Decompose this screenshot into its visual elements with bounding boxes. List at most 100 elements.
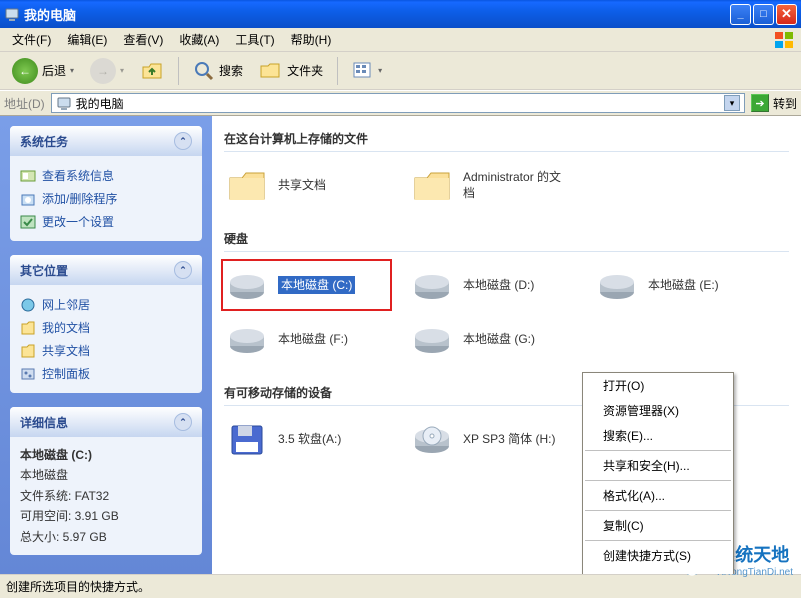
ctx-explorer[interactable]: 资源管理器(X)	[583, 398, 733, 423]
menu-tools[interactable]: 工具(T)	[227, 29, 282, 50]
item-disk-c[interactable]: 本地磁盘 (C:)	[224, 262, 389, 308]
item-admin-docs[interactable]: Administrator 的文档	[409, 162, 574, 208]
close-button[interactable]: ✕	[776, 4, 797, 25]
panel-header[interactable]: 其它位置 ⌃	[10, 255, 202, 285]
up-button[interactable]	[134, 57, 170, 85]
forward-icon: →	[90, 58, 116, 84]
folder-icon	[411, 164, 453, 206]
forward-button[interactable]: → ▾	[84, 56, 130, 86]
back-icon: ←	[12, 58, 38, 84]
item-label: 本地磁盘 (C:)	[278, 276, 355, 294]
panel-system-tasks: 系统任务 ⌃ 查看系统信息 添加/删除程序 更改一个设置	[10, 126, 202, 241]
chevron-down-icon: ▾	[378, 66, 382, 75]
sidebar: 系统任务 ⌃ 查看系统信息 添加/删除程序 更改一个设置 其它位置 ⌃ 网上邻居…	[0, 116, 212, 574]
addressbar: 地址(D) 我的电脑 ▾ ➔ 转到	[0, 90, 801, 116]
item-shared-docs[interactable]: 共享文档	[224, 162, 389, 208]
panel-header[interactable]: 系统任务 ⌃	[10, 126, 202, 156]
item-label: 本地磁盘 (F:)	[278, 331, 348, 347]
menu-file[interactable]: 文件(F)	[4, 29, 59, 50]
task-change-setting[interactable]: 更改一个设置	[20, 210, 192, 233]
disk-icon	[226, 318, 268, 360]
maximize-button[interactable]: □	[753, 4, 774, 25]
control-panel-icon	[20, 366, 36, 382]
toolbar: ← 后退 ▾ → ▾ 搜索 文件夹 ▾	[0, 52, 801, 90]
folder-icon	[226, 164, 268, 206]
item-floppy[interactable]: 3.5 软盘(A:)	[224, 416, 389, 462]
place-network[interactable]: 网上邻居	[20, 293, 192, 316]
search-label: 搜索	[219, 62, 243, 79]
go-button[interactable]: ➔ 转到	[751, 94, 797, 112]
ctx-format[interactable]: 格式化(A)...	[583, 483, 733, 508]
separator	[337, 57, 338, 85]
separator	[585, 450, 731, 451]
item-cdrom[interactable]: XP SP3 简体 (H:)	[409, 416, 584, 462]
ctx-open[interactable]: 打开(O)	[583, 373, 733, 398]
files-grid: 共享文档 Administrator 的文档	[224, 162, 789, 208]
back-label: 后退	[42, 62, 66, 79]
task-add-remove-programs[interactable]: 添加/删除程序	[20, 187, 192, 210]
folders-icon	[259, 60, 283, 82]
item-label: 3.5 软盘(A:)	[278, 431, 341, 447]
address-dropdown[interactable]: ▾	[724, 95, 740, 111]
item-disk-g[interactable]: 本地磁盘 (G:)	[409, 316, 574, 362]
mycomputer-icon	[4, 6, 20, 22]
settings-icon	[20, 214, 36, 230]
separator	[585, 510, 731, 511]
panel-title: 详细信息	[20, 414, 68, 431]
disk-icon	[411, 264, 453, 306]
folders-label: 文件夹	[287, 62, 323, 79]
item-disk-d[interactable]: 本地磁盘 (D:)	[409, 262, 574, 308]
panel-other-places: 其它位置 ⌃ 网上邻居 我的文档 共享文档 控制面板	[10, 255, 202, 393]
disk-icon	[596, 264, 638, 306]
ctx-shortcut[interactable]: 创建快捷方式(S)	[583, 543, 733, 568]
place-shared-docs[interactable]: 共享文档	[20, 339, 192, 362]
panel-title: 其它位置	[20, 262, 68, 279]
item-disk-f[interactable]: 本地磁盘 (F:)	[224, 316, 389, 362]
ctx-rename[interactable]: 重命名(M)	[583, 568, 733, 574]
address-field[interactable]: 我的电脑 ▾	[51, 93, 745, 113]
item-label: 共享文档	[278, 177, 326, 193]
info-icon	[20, 168, 36, 184]
detail-name: 本地磁盘 (C:)	[20, 445, 192, 465]
network-icon	[20, 297, 36, 313]
folders-button[interactable]: 文件夹	[253, 58, 329, 84]
programs-icon	[20, 191, 36, 207]
menu-favorites[interactable]: 收藏(A)	[171, 29, 227, 50]
views-button[interactable]: ▾	[346, 59, 388, 83]
place-my-documents[interactable]: 我的文档	[20, 316, 192, 339]
titlebar: 我的电脑 _ □ ✕	[0, 0, 801, 28]
detail-body: 本地磁盘 (C:) 本地磁盘 文件系统: FAT32 可用空间: 3.91 GB…	[10, 437, 202, 555]
item-disk-e[interactable]: 本地磁盘 (E:)	[594, 262, 759, 308]
panel-header[interactable]: 详细信息 ⌃	[10, 407, 202, 437]
task-view-system-info[interactable]: 查看系统信息	[20, 164, 192, 187]
chevron-up-icon: ⌃	[174, 413, 192, 431]
separator	[178, 57, 179, 85]
window-title: 我的电脑	[24, 5, 730, 24]
ctx-copy[interactable]: 复制(C)	[583, 513, 733, 538]
place-control-panel[interactable]: 控制面板	[20, 362, 192, 385]
go-label: 转到	[773, 95, 797, 112]
documents-icon	[20, 320, 36, 336]
minimize-button[interactable]: _	[730, 4, 751, 25]
item-label: XP SP3 简体 (H:)	[463, 431, 555, 447]
address-label: 地址(D)	[4, 95, 45, 112]
back-button[interactable]: ← 后退 ▾	[6, 56, 80, 86]
menu-help[interactable]: 帮助(H)	[283, 29, 340, 50]
ctx-sharing[interactable]: 共享和安全(H)...	[583, 453, 733, 478]
cdrom-icon	[411, 418, 453, 460]
disks-grid: 本地磁盘 (C:) 本地磁盘 (D:) 本地磁盘 (E:) 本地磁盘 (F:) …	[224, 262, 789, 362]
window-buttons: _ □ ✕	[730, 4, 797, 25]
ctx-search[interactable]: 搜索(E)...	[583, 423, 733, 448]
mycomputer-icon	[56, 95, 72, 111]
separator	[585, 540, 731, 541]
search-button[interactable]: 搜索	[187, 58, 249, 84]
address-value: 我的电脑	[76, 95, 124, 112]
search-icon	[193, 60, 215, 82]
views-icon	[352, 61, 374, 81]
status-text: 创建所选项目的快捷方式。	[6, 578, 150, 595]
disk-icon	[226, 264, 268, 306]
panel-title: 系统任务	[20, 133, 68, 150]
menu-view[interactable]: 查看(V)	[115, 29, 171, 50]
detail-total: 总大小: 5.97 GB	[20, 527, 192, 547]
menu-edit[interactable]: 编辑(E)	[59, 29, 115, 50]
